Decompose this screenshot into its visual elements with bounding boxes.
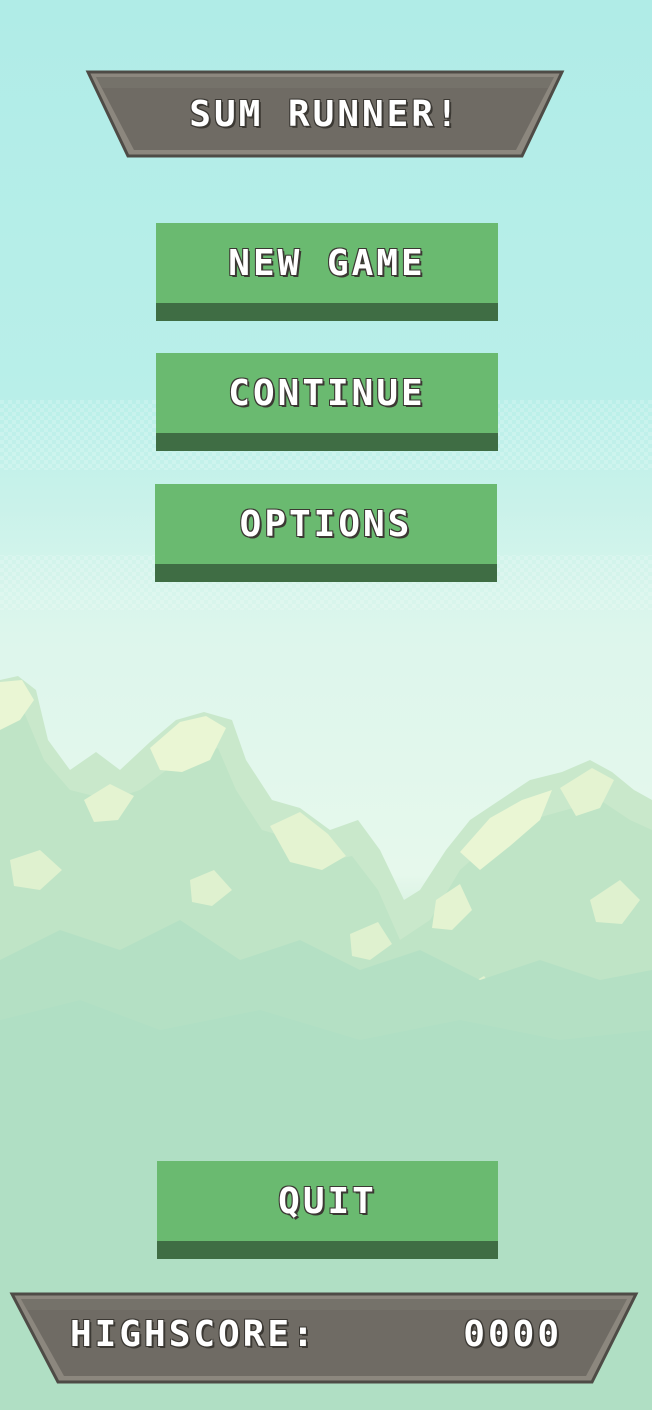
highscore-row: HIGHSCORE: 0000 [8,1288,640,1388]
continue-label: CONTINUE [228,372,426,414]
title-banner: SUM RUNNER! [82,66,568,162]
options-label: OPTIONS [239,503,413,545]
highscore-banner: HIGHSCORE: 0000 [8,1288,640,1388]
highscore-value: 0000 [463,1313,562,1355]
quit-button[interactable]: QUIT [157,1161,498,1259]
new-game-button[interactable]: NEW GAME [156,223,498,321]
continue-button[interactable]: CONTINUE [156,353,498,451]
game-title: SUM RUNNER! [189,93,461,135]
game-screen: SUM RUNNER! NEW GAME CONTINUE OPTIONS QU… [0,0,652,1410]
options-button[interactable]: OPTIONS [155,484,497,582]
highscore-label: HIGHSCORE: [70,1313,317,1355]
quit-label: QUIT [278,1180,377,1222]
new-game-label: NEW GAME [228,242,426,284]
